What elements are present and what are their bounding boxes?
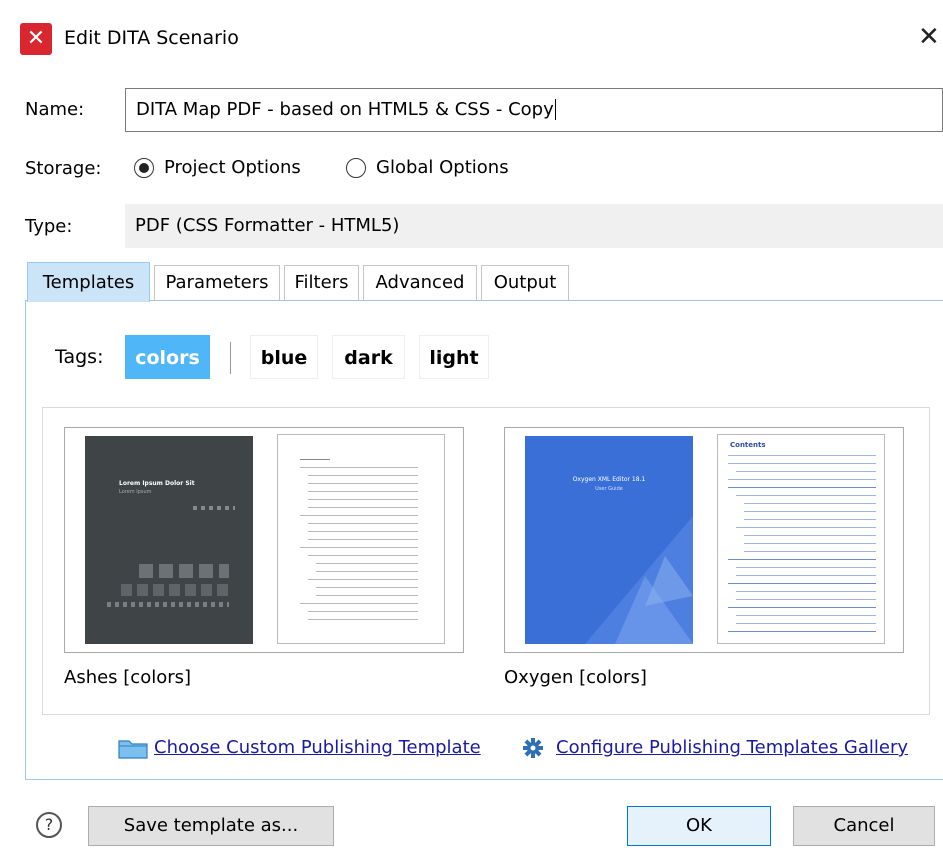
configure-gallery-link[interactable]: Configure Publishing Templates Gallery: [556, 737, 908, 758]
tab-templates[interactable]: Templates: [27, 262, 150, 302]
name-label: Name:: [25, 99, 85, 120]
ashes-cover-title: Lorem Ipsum Dolor Sit: [119, 480, 195, 487]
app-x-icon: ✕: [20, 23, 52, 55]
gear-icon[interactable]: [522, 737, 544, 759]
folder-icon[interactable]: [118, 737, 148, 759]
ashes-label: Ashes [colors]: [64, 667, 192, 688]
ashes-cover-subtitle: Lorem Ipsum: [119, 489, 152, 495]
tag-separator: [230, 342, 231, 374]
oxygen-toc-title: Contents: [730, 441, 766, 449]
tag-dark[interactable]: dark: [332, 335, 405, 379]
tag-blue[interactable]: blue: [250, 335, 318, 379]
name-value: DITA Map PDF - based on HTML5 & CSS - Co…: [136, 99, 554, 120]
tag-light[interactable]: light: [419, 335, 489, 379]
choose-custom-template-link[interactable]: Choose Custom Publishing Template: [154, 737, 481, 758]
ok-button[interactable]: OK: [627, 806, 771, 846]
type-field: PDF (CSS Formatter - HTML5): [125, 204, 943, 248]
oxygen-cover-thumbnail: Oxygen XML Editor 18.1 User Guide: [525, 436, 693, 644]
tag-colors[interactable]: colors: [125, 335, 210, 379]
triangle-pattern: [585, 516, 693, 644]
global-options-radio[interactable]: [346, 158, 366, 178]
cancel-button[interactable]: Cancel: [793, 806, 935, 846]
help-icon[interactable]: ?: [36, 812, 62, 838]
ashes-cover-thumbnail: Lorem Ipsum Dolor Sit Lorem Ipsum: [85, 436, 253, 644]
tab-advanced[interactable]: Advanced: [363, 265, 477, 300]
project-options-label[interactable]: Project Options: [164, 157, 301, 178]
oxygen-label: Oxygen [colors]: [504, 667, 647, 688]
project-options-radio[interactable]: [134, 158, 154, 178]
tab-parameters[interactable]: Parameters: [154, 265, 280, 300]
type-label: Type:: [25, 216, 73, 237]
global-options-label[interactable]: Global Options: [376, 157, 509, 178]
tab-output[interactable]: Output: [481, 265, 569, 300]
tab-filters[interactable]: Filters: [284, 265, 359, 300]
ashes-toc-thumbnail: [277, 434, 445, 644]
window-title: Edit DITA Scenario: [64, 27, 239, 49]
close-icon[interactable]: ✕: [918, 22, 940, 52]
save-template-button[interactable]: Save template as...: [88, 806, 334, 846]
oxygen-toc-thumbnail: Contents: [717, 434, 885, 644]
storage-label: Storage:: [25, 158, 102, 179]
tags-label: Tags:: [55, 346, 104, 368]
name-field[interactable]: DITA Map PDF - based on HTML5 & CSS - Co…: [125, 88, 943, 132]
